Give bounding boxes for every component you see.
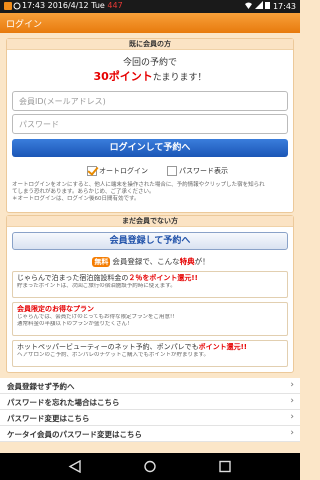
wifi-icon [245, 2, 253, 9]
status-right-time: 17:43 [272, 2, 296, 11]
promo-line1: 今回の予約で [122, 58, 177, 68]
member-login-card: 既に会員の方 今回の予約で 30ポイントたまります！ 会員ID(メールアドレス)… [6, 38, 294, 213]
status-clock-area: 17:43 2016/4/12 Tue 447 [22, 1, 123, 10]
link-list: 会員登録せず予約へ › パスワードを忘れた場合はこちら › パスワード変更はこち… [0, 378, 300, 442]
link-book-without-registration[interactable]: 会員登録せず予約へ › [0, 378, 300, 394]
member-id-input[interactable]: 会員ID(メールアドレス) [12, 91, 288, 111]
status-time: 17:43 [22, 1, 46, 10]
benefit-title-highlight: ポイント還元!! [198, 343, 247, 351]
benefit-title-highlight: ２％をポイント還元!! [128, 274, 198, 282]
link-change-password[interactable]: パスワード変更はこちら › [0, 410, 300, 426]
link-label: パスワード変更はこちら [7, 414, 90, 423]
benefits-highlight: 特典 [179, 257, 195, 266]
battery-icon [265, 2, 271, 9]
benefits-suffix: が！ [194, 257, 210, 266]
points-promo: 今回の予約で 30ポイントたまります！ [7, 56, 293, 85]
promo-points: 30ポイント [93, 70, 153, 83]
benefit-desc: ヘアサロンのご予約、ポンパレのチケットご購入でもポイントが貯まります。 [17, 352, 209, 358]
status-day: Tue [91, 1, 105, 10]
benefit-title: ホットペッパービューティーのネット予約、ポンパレでも [17, 343, 199, 351]
link-label: パスワードを忘れた場合はこちら [7, 398, 120, 407]
chevron-right-icon: › [290, 396, 294, 406]
benefit-title-highlight: 会員限定のお得なプラン [17, 305, 94, 313]
signal-icon [254, 1, 263, 9]
recent-apps-icon[interactable] [218, 460, 232, 473]
status-bar: 17:43 2016/4/12 Tue 447 17:43 [0, 0, 300, 13]
note-line1: オートログインをオンにすると、他人に端末を操作された場合に、予約情報やクリップし… [12, 182, 265, 188]
chevron-right-icon: › [290, 412, 294, 422]
link-mobile-password-change[interactable]: ケータイ会員のパスワード変更はこちら › [0, 426, 300, 442]
password-input[interactable]: パスワード [12, 114, 288, 134]
nonmember-card: まだ会員でない方 会員登録して予約へ 無料 会員登録で、こんな特典が！ じゃらんで… [6, 215, 294, 373]
free-badge: 無料 [92, 257, 111, 267]
system-nav-bar [0, 453, 300, 480]
status-counter: 447 [107, 1, 123, 10]
link-forgot-password[interactable]: パスワードを忘れた場合はこちら › [0, 394, 300, 410]
back-icon[interactable] [68, 460, 82, 473]
member-section-title: 既に会員の方 [7, 39, 293, 50]
checkbox-unchecked-icon [167, 166, 177, 176]
benefits-intro-text: 会員登録で、こんな [112, 257, 180, 266]
nonmember-section-title: まだ会員でない方 [7, 216, 293, 227]
benefit-partner-points: ホットペッパービューティーのネット予約、ポンパレでもポイント還元!! ヘアサロン… [12, 340, 288, 367]
notification-app-icon [4, 2, 12, 10]
benefit-title: じゃらんで泊まった宿泊施設料金の [17, 274, 129, 282]
home-icon[interactable] [143, 460, 157, 473]
note-line2: てしまう恐れがあります。あらかじめ、ご了承ください。 [12, 189, 155, 195]
status-right: 17:43 [245, 1, 296, 11]
chevron-right-icon: › [290, 428, 294, 438]
status-date: 2016/4/12 [47, 1, 89, 10]
benefit-exclusive-plan: 会員限定のお得なプラン じゃらんでは、会員だけのとってもお得な限定プランをご用意… [12, 302, 288, 336]
benefit-desc: じゃらんでは、会員だけのとってもお得な限定プランをご用意!! [17, 314, 175, 320]
benefit-desc-extra: 通常料金の半額以下のプランが盛りだくさん！ [17, 321, 133, 327]
promo-suffix: たまります！ [152, 73, 207, 83]
link-label: 会員登録せず予約へ [7, 382, 75, 391]
note-line3: ＊オートログインは、ログイン後60日間有効です。 [12, 196, 140, 202]
auto-login-label: オートログイン [99, 167, 148, 175]
auto-login-note: オートログインをオンにすると、他人に端末を操作された場合に、予約情報やクリップし… [12, 182, 292, 203]
auto-login-checkbox[interactable]: オートログイン [87, 166, 148, 176]
benefits-intro: 無料 会員登録で、こんな特典が！ [7, 256, 295, 267]
page-title: ログイン [6, 20, 43, 30]
register-button[interactable]: 会員登録して予約へ [12, 232, 288, 250]
benefit-points: じゃらんで泊まった宿泊施設料金の２％をポイント還元!! 貯まったポイントは、次回… [12, 271, 288, 298]
app-header: ログイン [0, 13, 300, 33]
login-button[interactable]: ログインして予約へ [12, 139, 288, 157]
show-password-label: パスワード表示 [179, 167, 228, 175]
chevron-right-icon: › [290, 380, 294, 390]
notification-icon [13, 2, 21, 10]
link-label: ケータイ会員のパスワード変更はこちら [7, 430, 142, 439]
benefit-desc: 貯まったポイントは、次回ご旅行の宿泊施設予約時に使えます。 [17, 283, 176, 289]
show-password-checkbox[interactable]: パスワード表示 [167, 166, 228, 176]
checkbox-checked-icon [87, 166, 97, 176]
